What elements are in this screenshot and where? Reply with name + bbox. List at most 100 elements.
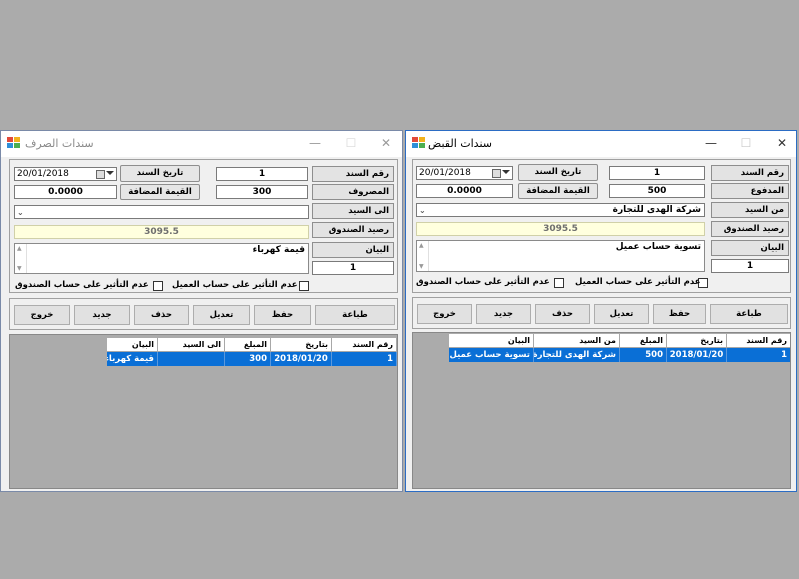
column-header[interactable]: بتاريخ	[271, 338, 332, 352]
cell-amount: 300	[225, 352, 271, 366]
calendar-icon[interactable]	[492, 169, 501, 178]
column-header[interactable]: الى السيد	[158, 338, 225, 352]
no-effect-fund-label: عدم التأثير على حساب الصندوق	[15, 280, 149, 290]
close-icon[interactable]: ✕	[772, 134, 792, 152]
statement-textarea[interactable]: قيمة كهرباء ▲ ▼	[14, 243, 309, 274]
scroll-up-icon[interactable]: ▲	[17, 245, 22, 252]
from-value: شركة الهدى للتجارة	[612, 205, 701, 215]
column-header[interactable]: البيان	[449, 334, 534, 348]
new-button[interactable]: جديد	[476, 304, 531, 324]
save-button[interactable]: حفظ	[254, 305, 311, 325]
from-label: من السيد	[711, 202, 789, 218]
voucher-date-label: تاريخ السند	[120, 165, 200, 182]
statement-label: البيان	[711, 240, 789, 256]
minimize-icon[interactable]: —	[701, 134, 721, 152]
print-button[interactable]: طباعة	[315, 305, 395, 325]
vouchers-grid[interactable]: البيان الى السيد المبلغ بتاريخ رقم السند…	[9, 334, 398, 489]
chevron-down-icon[interactable]	[106, 171, 114, 175]
minimize-icon[interactable]: —	[305, 134, 325, 152]
maximize-icon: ☐	[345, 136, 357, 150]
voucher-date-value: 20/01/2018	[419, 168, 471, 178]
voucher-no-label: رقم السند	[711, 165, 789, 181]
title-bar[interactable]: سندات القبض — ☐ ✕	[406, 131, 796, 157]
scroll-down-icon[interactable]: ▼	[419, 263, 424, 270]
grid-header: البيان الى السيد المبلغ بتاريخ رقم السند	[107, 338, 397, 352]
expense-amount-field[interactable]: 300	[216, 185, 308, 199]
added-value-label: القيمة المضافة	[120, 184, 200, 200]
statement-count-field[interactable]: 1	[711, 259, 789, 273]
table-row[interactable]: قيمة كهرباء 300 2018/01/20 1	[107, 352, 397, 366]
scroll-down-icon[interactable]: ▼	[17, 265, 22, 272]
delete-button[interactable]: حذف	[134, 305, 189, 325]
print-button[interactable]: طباعة	[710, 304, 788, 324]
column-header[interactable]: رقم السند	[727, 334, 790, 348]
column-header[interactable]: رقم السند	[332, 338, 397, 352]
column-header[interactable]: من السيد	[534, 334, 620, 348]
no-effect-client-checkbox[interactable]	[299, 281, 309, 291]
cell-from: شركة الهدى للتجارة	[534, 348, 620, 362]
exit-button[interactable]: خروج	[417, 304, 472, 324]
edit-button[interactable]: تعديل	[594, 304, 649, 324]
vouchers-grid[interactable]: البيان من السيد المبلغ بتاريخ رقم السند …	[412, 332, 791, 489]
voucher-no-field[interactable]: 1	[609, 166, 705, 180]
statement-scrollbar[interactable]: ▲ ▼	[417, 241, 429, 271]
statement-label: البيان	[312, 242, 394, 258]
maximize-icon: ☐	[740, 136, 752, 150]
action-buttons-panel: طباعة حفظ تعديل حذف جديد خروج	[9, 298, 398, 330]
table-row[interactable]: تسوية حساب عميل شركة الهدى للتجارة 500 2…	[449, 348, 790, 362]
statement-text: قيمة كهرباء	[252, 245, 305, 255]
edit-button[interactable]: تعديل	[193, 305, 250, 325]
column-header[interactable]: البيان	[107, 338, 158, 352]
statement-textarea[interactable]: تسوية حساب عميل ▲ ▼	[416, 240, 705, 272]
scroll-up-icon[interactable]: ▲	[419, 242, 424, 249]
no-effect-fund-checkbox[interactable]	[554, 278, 564, 288]
statement-scrollbar[interactable]: ▲ ▼	[15, 244, 27, 273]
from-combobox[interactable]: شركة الهدى للتجارة ⌄	[416, 203, 705, 217]
fund-balance-label: رصيد الصندوق	[312, 222, 394, 238]
save-button[interactable]: حفظ	[653, 304, 706, 324]
to-combobox[interactable]: ⌄	[14, 205, 309, 219]
column-header[interactable]: المبلغ	[225, 338, 271, 352]
added-value-label: القيمة المضافة	[518, 183, 598, 199]
expense-label: المصروف	[312, 184, 394, 200]
voucher-no-label: رقم السند	[312, 166, 394, 182]
cell-date: 2018/01/20	[271, 352, 332, 366]
added-value-field[interactable]: 0.0000	[416, 184, 513, 198]
title-bar[interactable]: سندات الصرف — ☐ ✕	[1, 131, 402, 157]
voucher-date-picker[interactable]: 20/01/2018	[14, 167, 117, 181]
app-icon	[7, 137, 20, 149]
cell-date: 2018/01/20	[667, 348, 727, 362]
new-button[interactable]: جديد	[74, 305, 130, 325]
no-effect-fund-checkbox[interactable]	[153, 281, 163, 291]
cell-amount: 500	[620, 348, 667, 362]
statement-count-field[interactable]: 1	[312, 261, 394, 275]
paid-amount-field[interactable]: 500	[609, 184, 705, 198]
chevron-down-icon[interactable]	[502, 170, 510, 174]
cell-statement: قيمة كهرباء	[107, 352, 158, 366]
calendar-icon[interactable]	[96, 170, 105, 179]
window-title: سندات القبض	[428, 137, 492, 150]
window-title: سندات الصرف	[25, 137, 94, 150]
app-icon	[412, 137, 425, 149]
chevron-down-icon[interactable]: ⌄	[419, 205, 426, 216]
voucher-date-label: تاريخ السند	[518, 164, 598, 181]
cell-to	[158, 352, 225, 366]
chevron-down-icon[interactable]: ⌄	[17, 207, 24, 218]
close-icon[interactable]: ✕	[376, 134, 396, 152]
voucher-form-panel: رقم السند 1 تاريخ السند 20/01/2018 المدف…	[412, 159, 791, 293]
cell-voucher-no: 1	[332, 352, 397, 366]
fund-balance-label: رصيد الصندوق	[711, 221, 789, 237]
no-effect-client-label: عدم التأثير على حساب العميل	[172, 280, 298, 290]
cell-voucher-no: 1	[727, 348, 790, 362]
voucher-no-field[interactable]: 1	[216, 167, 308, 181]
to-label: الى السيد	[312, 203, 394, 219]
grid-header: البيان من السيد المبلغ بتاريخ رقم السند	[449, 334, 790, 348]
statement-text: تسوية حساب عميل	[615, 242, 701, 252]
column-header[interactable]: المبلغ	[620, 334, 667, 348]
exit-button[interactable]: خروج	[14, 305, 70, 325]
added-value-field[interactable]: 0.0000	[14, 185, 117, 199]
voucher-date-picker[interactable]: 20/01/2018	[416, 166, 513, 180]
column-header[interactable]: بتاريخ	[667, 334, 727, 348]
receipt-vouchers-window: سندات القبض — ☐ ✕ رقم السند 1 تاريخ السن…	[405, 130, 797, 492]
delete-button[interactable]: حذف	[535, 304, 590, 324]
